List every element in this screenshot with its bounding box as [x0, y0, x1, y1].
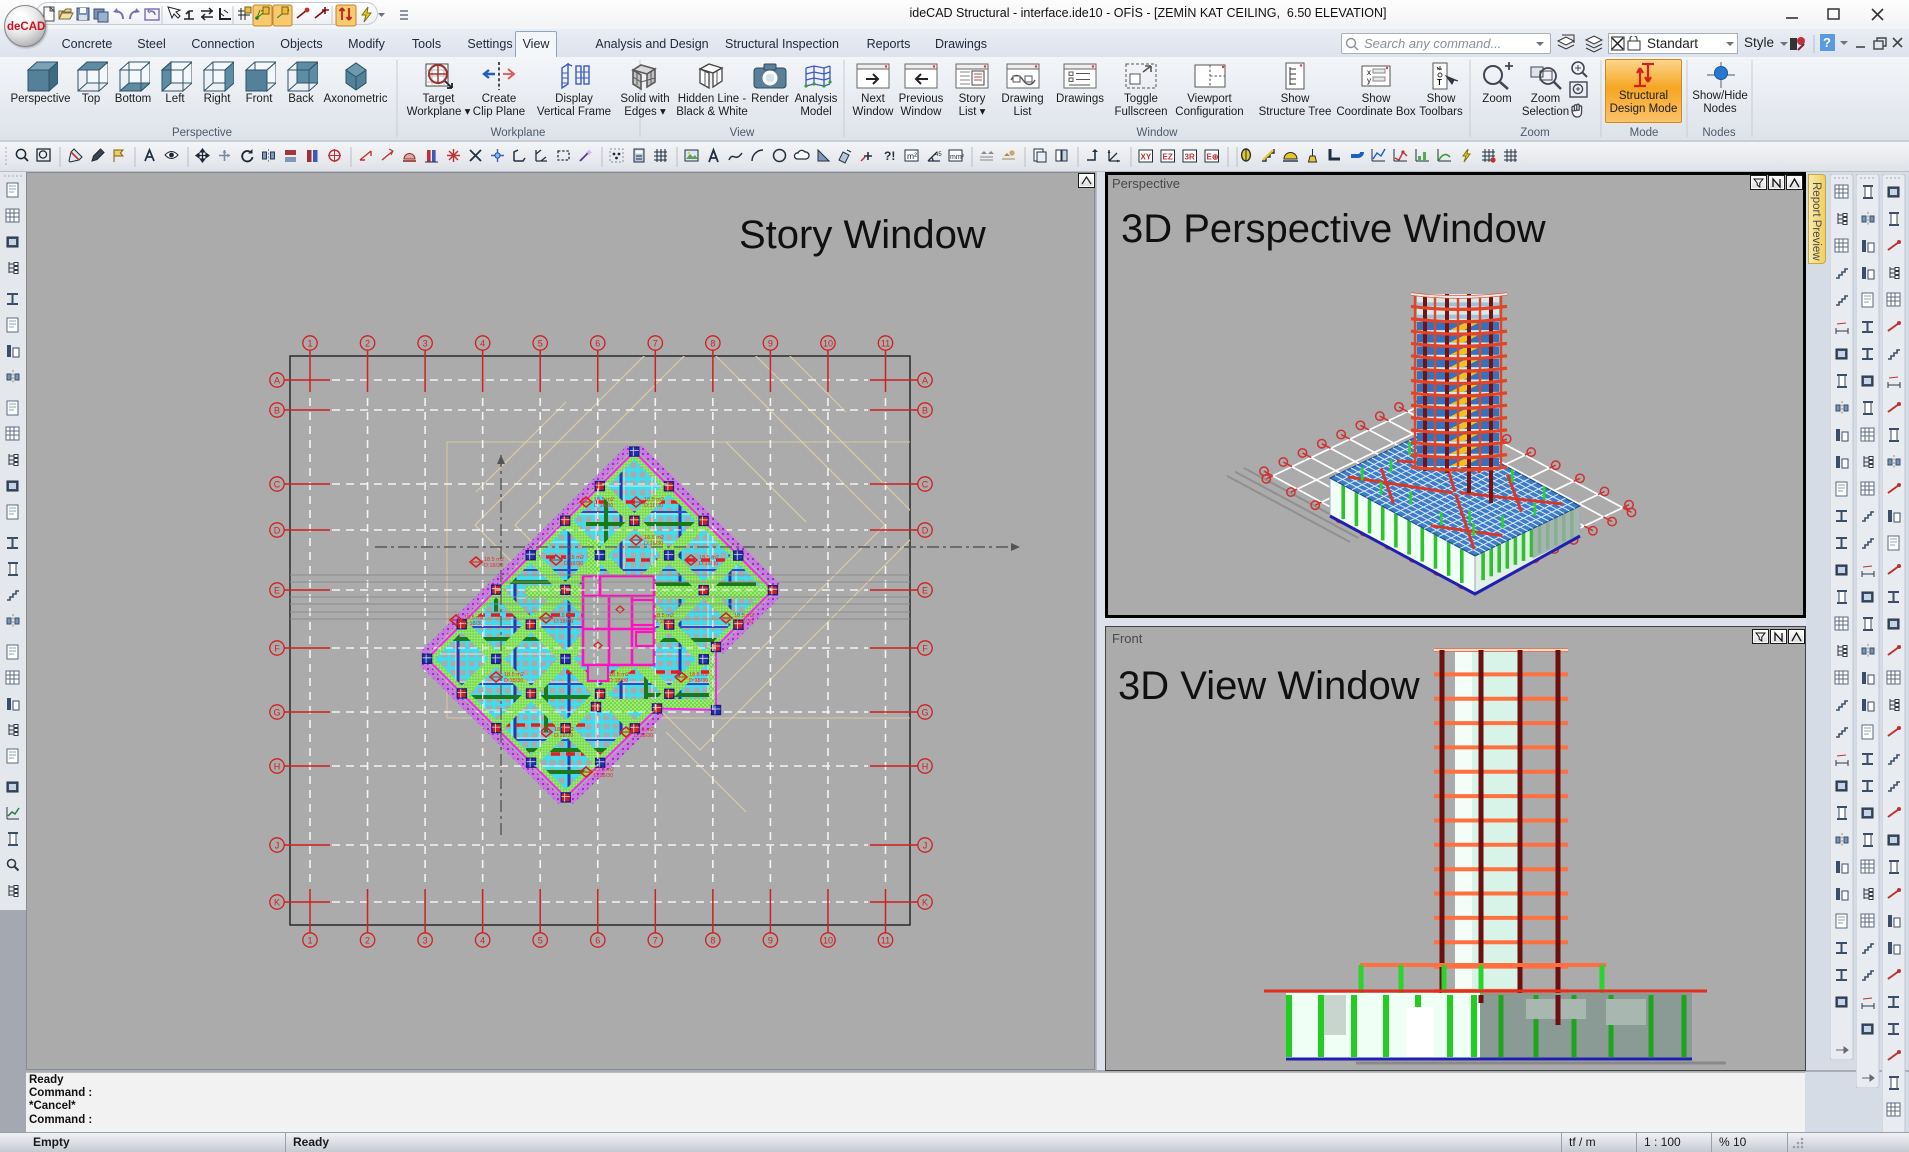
svg-text:D:18/30: D:18/30 [734, 619, 753, 625]
svg-text:D:18/30: D:18/30 [654, 619, 673, 625]
svg-text:E⊕: E⊕ [1207, 153, 1219, 162]
svg-text:D:18/30: D:18/30 [564, 561, 583, 567]
svg-text:D:18/30: D:18/30 [634, 733, 653, 739]
svg-text:D:18/30: D:18/30 [554, 619, 573, 625]
svg-text:D:18/30: D:18/30 [484, 563, 503, 569]
svg-text:D:18/30: D:18/30 [594, 503, 613, 509]
svg-text:D:18/30: D:18/30 [699, 561, 718, 567]
svg-text:?!: ?! [884, 149, 895, 163]
svg-text:EZ: EZ [1163, 153, 1173, 162]
svg-text:T: T [1437, 78, 1442, 87]
svg-text:D:18/30: D:18/30 [594, 773, 613, 779]
svg-text:D:18/30: D:18/30 [554, 733, 573, 739]
svg-text:y: y [1367, 76, 1371, 85]
svg-text:Report Preview: Report Preview [1810, 182, 1822, 261]
svg-text:D:18/30: D:18/30 [689, 678, 708, 684]
svg-text:D:18/30: D:18/30 [609, 678, 628, 684]
svg-text:D:18/30: D:18/30 [644, 503, 663, 509]
svg-text:D:18/30: D:18/30 [504, 678, 523, 684]
svg-text:XY: XY [1141, 153, 1152, 162]
svg-text:mm²: mm² [950, 154, 965, 161]
svg-text:D:18/30: D:18/30 [644, 541, 663, 547]
svg-text:3R: 3R [1185, 153, 1195, 162]
svg-text:m²: m² [907, 151, 917, 161]
svg-text:D:18/30: D:18/30 [464, 621, 483, 627]
svg-text:45: 45 [935, 152, 942, 158]
svg-text:?: ? [1823, 35, 1831, 50]
